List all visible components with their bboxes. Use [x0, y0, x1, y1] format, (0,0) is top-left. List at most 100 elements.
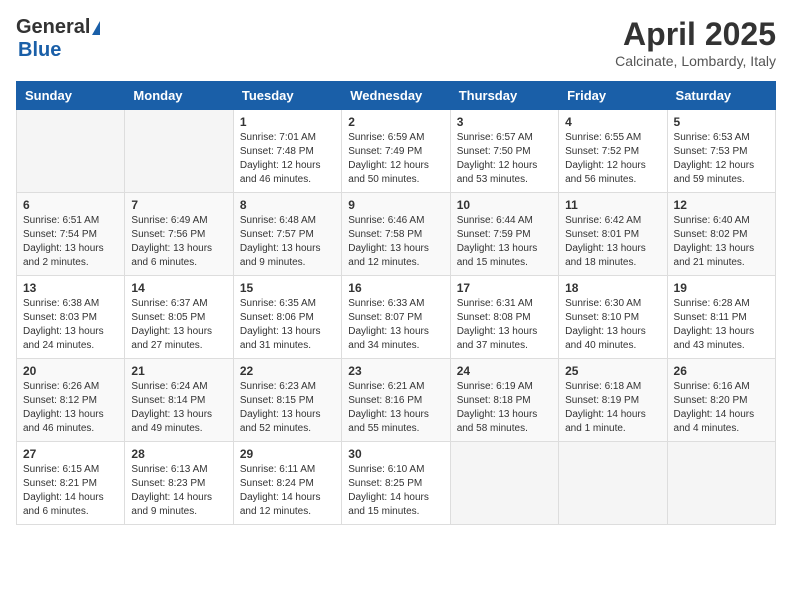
- day-number: 1: [240, 115, 335, 129]
- day-number: 14: [131, 281, 226, 295]
- day-cell: 13Sunrise: 6:38 AM Sunset: 8:03 PM Dayli…: [17, 276, 125, 359]
- day-info: Sunrise: 6:15 AM Sunset: 8:21 PM Dayligh…: [23, 463, 118, 519]
- day-info: Sunrise: 6:42 AM Sunset: 8:01 PM Dayligh…: [565, 214, 660, 270]
- day-info: Sunrise: 6:55 AM Sunset: 7:52 PM Dayligh…: [565, 131, 660, 187]
- day-info: Sunrise: 6:19 AM Sunset: 8:18 PM Dayligh…: [457, 380, 552, 436]
- week-row-5: 27 Sunrise: 6:15 AM Sunset: 8:21 PM Dayli…: [17, 442, 776, 525]
- day-info: Sunrise: 6:51 AM Sunset: 7:54 PM Dayligh…: [23, 214, 118, 270]
- day-number: 27: [23, 447, 118, 461]
- day-cell: 24 Sunrise: 6:19 AM Sunset: 8:18 PM Dayli…: [450, 359, 558, 442]
- calendar-table: SundayMondayTuesdayWednesdayThursdayFrid…: [16, 81, 776, 525]
- day-cell: 18 Sunrise: 6:30 AM Sunset: 8:10 PM Dayli…: [559, 276, 667, 359]
- weekday-header-saturday: Saturday: [667, 82, 775, 110]
- weekday-header-friday: Friday: [559, 82, 667, 110]
- week-row-3: 13Sunrise: 6:38 AM Sunset: 8:03 PM Dayli…: [17, 276, 776, 359]
- weekday-header-monday: Monday: [125, 82, 233, 110]
- day-cell: 9 Sunrise: 6:46 AM Sunset: 7:58 PM Daylig…: [342, 193, 450, 276]
- day-cell: 20 Sunrise: 6:26 AM Sunset: 8:12 PM Dayli…: [17, 359, 125, 442]
- week-row-2: 6 Sunrise: 6:51 AM Sunset: 7:54 PM Daylig…: [17, 193, 776, 276]
- day-cell: 5 Sunrise: 6:53 AM Sunset: 7:53 PM Daylig…: [667, 110, 775, 193]
- day-cell: [450, 442, 558, 525]
- day-info: Sunrise: 6:10 AM Sunset: 8:25 PM Dayligh…: [348, 463, 443, 519]
- day-number: 28: [131, 447, 226, 461]
- day-info: Sunrise: 7:01 AM Sunset: 7:48 PM Dayligh…: [240, 131, 335, 187]
- day-number: 18: [565, 281, 660, 295]
- day-cell: 28Sunrise: 6:13 AM Sunset: 8:23 PM Dayli…: [125, 442, 233, 525]
- day-info: Sunrise: 6:30 AM Sunset: 8:10 PM Dayligh…: [565, 297, 660, 353]
- day-info: Sunrise: 6:37 AM Sunset: 8:05 PM Dayligh…: [131, 297, 226, 353]
- day-cell: 11 Sunrise: 6:42 AM Sunset: 8:01 PM Dayli…: [559, 193, 667, 276]
- week-row-4: 20 Sunrise: 6:26 AM Sunset: 8:12 PM Dayli…: [17, 359, 776, 442]
- day-number: 6: [23, 198, 118, 212]
- day-cell: 14 Sunrise: 6:37 AM Sunset: 8:05 PM Dayli…: [125, 276, 233, 359]
- day-info: Sunrise: 6:18 AM Sunset: 8:19 PM Dayligh…: [565, 380, 660, 436]
- day-cell: 7 Sunrise: 6:49 AM Sunset: 7:56 PM Daylig…: [125, 193, 233, 276]
- day-number: 11: [565, 198, 660, 212]
- title-area: April 2025 Calcinate, Lombardy, Italy: [615, 16, 776, 69]
- weekday-header-sunday: Sunday: [17, 82, 125, 110]
- day-number: 24: [457, 364, 552, 378]
- day-number: 19: [674, 281, 769, 295]
- day-cell: 25Sunrise: 6:18 AM Sunset: 8:19 PM Dayli…: [559, 359, 667, 442]
- day-cell: 19 Sunrise: 6:28 AM Sunset: 8:11 PM Dayli…: [667, 276, 775, 359]
- day-cell: [559, 442, 667, 525]
- day-info: Sunrise: 6:28 AM Sunset: 8:11 PM Dayligh…: [674, 297, 769, 353]
- day-cell: 21Sunrise: 6:24 AM Sunset: 8:14 PM Dayli…: [125, 359, 233, 442]
- day-cell: 17 Sunrise: 6:31 AM Sunset: 8:08 PM Dayli…: [450, 276, 558, 359]
- day-info: Sunrise: 6:59 AM Sunset: 7:49 PM Dayligh…: [348, 131, 443, 187]
- location-subtitle: Calcinate, Lombardy, Italy: [615, 53, 776, 69]
- day-info: Sunrise: 6:16 AM Sunset: 8:20 PM Dayligh…: [674, 380, 769, 436]
- day-number: 5: [674, 115, 769, 129]
- day-number: 17: [457, 281, 552, 295]
- day-info: Sunrise: 6:48 AM Sunset: 7:57 PM Dayligh…: [240, 214, 335, 270]
- weekday-header-tuesday: Tuesday: [233, 82, 341, 110]
- day-info: Sunrise: 6:35 AM Sunset: 8:06 PM Dayligh…: [240, 297, 335, 353]
- day-number: 29: [240, 447, 335, 461]
- day-cell: 4 Sunrise: 6:55 AM Sunset: 7:52 PM Daylig…: [559, 110, 667, 193]
- weekday-header-row: SundayMondayTuesdayWednesdayThursdayFrid…: [17, 82, 776, 110]
- day-info: Sunrise: 6:23 AM Sunset: 8:15 PM Dayligh…: [240, 380, 335, 436]
- day-info: Sunrise: 6:40 AM Sunset: 8:02 PM Dayligh…: [674, 214, 769, 270]
- day-info: Sunrise: 6:57 AM Sunset: 7:50 PM Dayligh…: [457, 131, 552, 187]
- day-number: 30: [348, 447, 443, 461]
- day-cell: 1 Sunrise: 7:01 AM Sunset: 7:48 PM Daylig…: [233, 110, 341, 193]
- day-number: 9: [348, 198, 443, 212]
- logo: General Blue: [16, 16, 100, 62]
- day-number: 16: [348, 281, 443, 295]
- day-cell: 22 Sunrise: 6:23 AM Sunset: 8:15 PM Dayli…: [233, 359, 341, 442]
- day-cell: 30 Sunrise: 6:10 AM Sunset: 8:25 PM Dayli…: [342, 442, 450, 525]
- day-info: Sunrise: 6:49 AM Sunset: 7:56 PM Dayligh…: [131, 214, 226, 270]
- day-number: 22: [240, 364, 335, 378]
- day-number: 23: [348, 364, 443, 378]
- day-number: 2: [348, 115, 443, 129]
- day-cell: 29Sunrise: 6:11 AM Sunset: 8:24 PM Dayli…: [233, 442, 341, 525]
- day-info: Sunrise: 6:26 AM Sunset: 8:12 PM Dayligh…: [23, 380, 118, 436]
- day-number: 7: [131, 198, 226, 212]
- day-cell: 26 Sunrise: 6:16 AM Sunset: 8:20 PM Dayli…: [667, 359, 775, 442]
- day-cell: 3 Sunrise: 6:57 AM Sunset: 7:50 PM Daylig…: [450, 110, 558, 193]
- day-cell: 6 Sunrise: 6:51 AM Sunset: 7:54 PM Daylig…: [17, 193, 125, 276]
- day-cell: 2 Sunrise: 6:59 AM Sunset: 7:49 PM Daylig…: [342, 110, 450, 193]
- day-cell: 8 Sunrise: 6:48 AM Sunset: 7:57 PM Daylig…: [233, 193, 341, 276]
- day-cell: 15 Sunrise: 6:35 AM Sunset: 8:06 PM Dayli…: [233, 276, 341, 359]
- day-number: 20: [23, 364, 118, 378]
- day-info: Sunrise: 6:44 AM Sunset: 7:59 PM Dayligh…: [457, 214, 552, 270]
- day-cell: [125, 110, 233, 193]
- day-info: Sunrise: 6:21 AM Sunset: 8:16 PM Dayligh…: [348, 380, 443, 436]
- day-number: 15: [240, 281, 335, 295]
- day-cell: 23 Sunrise: 6:21 AM Sunset: 8:16 PM Dayli…: [342, 359, 450, 442]
- day-number: 10: [457, 198, 552, 212]
- day-number: 8: [240, 198, 335, 212]
- day-cell: [667, 442, 775, 525]
- day-info: Sunrise: 6:53 AM Sunset: 7:53 PM Dayligh…: [674, 131, 769, 187]
- day-info: Sunrise: 6:24 AM Sunset: 8:14 PM Dayligh…: [131, 380, 226, 436]
- day-info: Sunrise: 6:38 AM Sunset: 8:03 PM Dayligh…: [23, 297, 118, 353]
- month-title: April 2025: [615, 16, 776, 53]
- logo-general-text: General: [16, 16, 90, 39]
- day-cell: 27 Sunrise: 6:15 AM Sunset: 8:21 PM Dayli…: [17, 442, 125, 525]
- day-info: Sunrise: 6:31 AM Sunset: 8:08 PM Dayligh…: [457, 297, 552, 353]
- day-number: 4: [565, 115, 660, 129]
- day-number: 3: [457, 115, 552, 129]
- day-info: Sunrise: 6:46 AM Sunset: 7:58 PM Dayligh…: [348, 214, 443, 270]
- day-number: 26: [674, 364, 769, 378]
